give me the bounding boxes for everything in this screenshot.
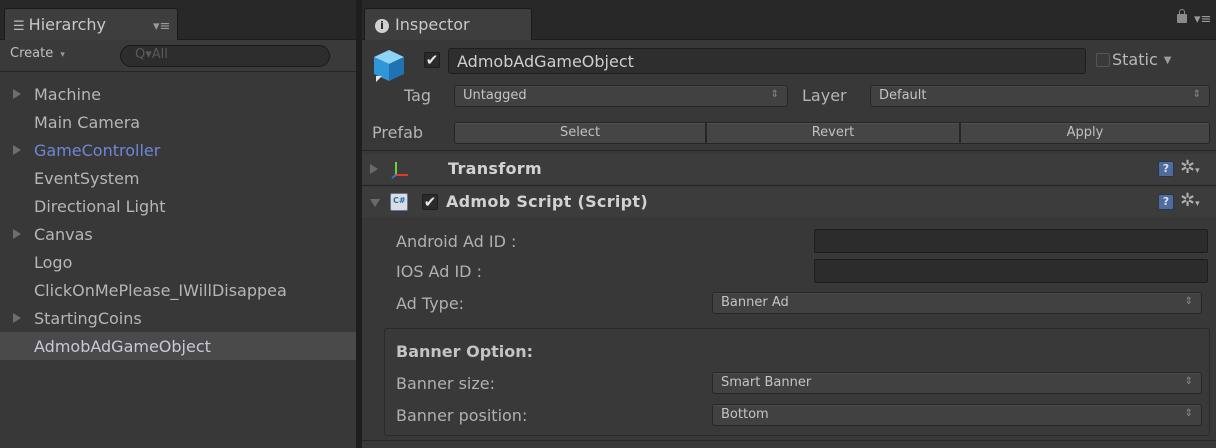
create-button-label: Create <box>10 46 54 61</box>
gear-glyph: ✲ <box>1180 157 1196 178</box>
android-ad-id-field[interactable] <box>814 229 1208 253</box>
transform-component-header[interactable]: Transform ? ✲▾ <box>362 154 1216 184</box>
divider <box>362 440 1216 441</box>
hierarchy-toolbar: Create ▾ Q▾All <box>0 40 356 72</box>
expand-arrow-icon[interactable] <box>13 89 21 99</box>
expand-arrow-icon[interactable] <box>13 229 21 239</box>
banner-size-dropdown[interactable]: Smart Banner ⇕ <box>712 372 1202 394</box>
gear-icon[interactable]: ✲▾ <box>1180 190 1200 211</box>
inspector-tab-label: Inspector <box>395 15 470 34</box>
list-item[interactable]: Directional Light <box>0 192 356 220</box>
list-item[interactable]: Canvas <box>0 220 356 248</box>
list-item[interactable]: Main Camera <box>0 108 356 136</box>
banner-position-dropdown[interactable]: Bottom ⇕ <box>712 404 1202 426</box>
prefab-label: Prefab <box>372 123 424 142</box>
divider <box>362 185 1216 186</box>
transform-title: Transform <box>448 159 542 178</box>
static-checkbox[interactable] <box>1096 53 1110 67</box>
android-ad-id-label: Android Ad ID : <box>396 232 517 251</box>
expand-arrow-icon[interactable] <box>13 145 21 155</box>
hierarchy-panel: ☰ Hierarchy ▾≡ Create ▾ Q▾All Machine Mai… <box>0 0 356 448</box>
tag-label: Tag <box>404 86 432 105</box>
banner-option-header: Banner Option: <box>396 342 534 361</box>
active-checkbox[interactable]: ✔ <box>424 52 440 68</box>
admob-script-title: Admob Script (Script) <box>446 192 648 211</box>
list-item-label: Directional Light <box>34 197 166 216</box>
gear-icon[interactable]: ✲▾ <box>1180 157 1200 178</box>
chevron-down-icon: ▾ <box>60 50 65 60</box>
help-icon[interactable]: ? <box>1158 161 1174 177</box>
hierarchy-search-input[interactable]: Q▾All <box>120 45 330 67</box>
inspector-tabbar: i Inspector ▾≡ <box>362 0 1216 40</box>
prefab-revert-button[interactable]: Revert <box>706 122 960 144</box>
hierarchy-tabbar: ☰ Hierarchy ▾≡ <box>0 0 356 40</box>
expand-arrow-icon[interactable] <box>13 313 21 323</box>
list-item-label: ClickOnMePlease_IWillDisappea <box>34 281 287 300</box>
list-item-label: Machine <box>34 85 101 104</box>
tab-hierarchy[interactable]: ☰ Hierarchy ▾≡ <box>4 8 178 40</box>
list-item[interactable]: GameController <box>0 136 356 164</box>
expanded-arrow-icon[interactable] <box>370 199 380 207</box>
search-placeholder: Q▾All <box>135 47 168 62</box>
list-item-label: Canvas <box>34 225 93 244</box>
help-icon[interactable]: ? <box>1158 194 1174 210</box>
admob-script-component-header[interactable]: ✔ Admob Script (Script) ? ✲▾ <box>362 187 1216 217</box>
banner-position-value: Bottom <box>721 407 769 422</box>
list-item[interactable]: Machine <box>0 80 356 108</box>
list-item-label: EventSystem <box>34 169 140 188</box>
dropdown-arrow-icon: ⇕ <box>1184 296 1193 307</box>
layer-dropdown[interactable]: Default ⇕ <box>870 85 1210 107</box>
ios-ad-id-label: IOS Ad ID : <box>396 262 482 281</box>
banner-size-value: Smart Banner <box>721 375 812 390</box>
prefab-apply-button[interactable]: Apply <box>960 122 1210 144</box>
transform-axis-icon <box>391 162 408 179</box>
lock-icon[interactable] <box>1177 9 1187 23</box>
banner-size-label: Banner size: <box>396 374 495 393</box>
info-icon: i <box>375 19 389 33</box>
list-item[interactable]: Logo <box>0 248 356 276</box>
list-item-label: AdmobAdGameObject <box>34 337 211 356</box>
list-item[interactable]: EventSystem <box>0 164 356 192</box>
prefab-select-button[interactable]: Select <box>454 122 706 144</box>
static-label: Static <box>1112 50 1158 69</box>
hierarchy-list: Machine Main Camera GameController Event… <box>0 80 356 360</box>
collapsed-arrow-icon[interactable] <box>370 164 378 174</box>
hierarchy-tab-label: Hierarchy <box>28 15 106 34</box>
script-enabled-checkbox[interactable]: ✔ <box>422 194 438 210</box>
list-item-label: Logo <box>34 253 73 272</box>
static-dropdown[interactable]: Static ▼ <box>1112 50 1171 69</box>
hierarchy-list-icon: ☰ <box>13 19 25 34</box>
chevron-down-icon: ▼ <box>1163 55 1172 66</box>
divider <box>362 150 1216 151</box>
layer-dropdown-value: Default <box>879 88 927 103</box>
tag-dropdown[interactable]: Untagged ⇕ <box>454 85 788 107</box>
tab-inspector[interactable]: i Inspector <box>364 8 532 40</box>
dropdown-arrow-icon: ⇕ <box>1184 408 1193 419</box>
ad-type-value: Banner Ad <box>721 295 789 310</box>
gameobject-name-field[interactable]: AdmobAdGameObject <box>448 48 1086 74</box>
list-item-label: StartingCoins <box>34 309 142 328</box>
create-button[interactable]: Create ▾ <box>10 46 65 61</box>
gear-glyph: ✲ <box>1180 190 1196 211</box>
list-item[interactable]: ClickOnMePlease_IWillDisappea <box>0 276 356 304</box>
banner-position-label: Banner position: <box>396 406 528 425</box>
ad-type-label: Ad Type: <box>396 294 465 313</box>
dropdown-arrow-icon: ⇕ <box>1184 376 1193 387</box>
inspector-panel: i Inspector ▾≡ ✔ AdmobAdGameObject Static… <box>362 0 1216 448</box>
list-item-label: Main Camera <box>34 113 141 132</box>
dropdown-arrow-icon: ⇕ <box>1192 89 1201 100</box>
list-item-label: GameController <box>34 141 161 160</box>
layer-label: Layer <box>802 86 847 105</box>
tag-dropdown-value: Untagged <box>463 88 527 103</box>
list-item[interactable]: StartingCoins <box>0 304 356 332</box>
list-item-selected[interactable]: AdmobAdGameObject <box>0 332 356 360</box>
gameobject-cube-icon <box>374 50 404 82</box>
dropdown-arrow-icon: ⇕ <box>770 89 779 100</box>
ios-ad-id-field[interactable] <box>814 259 1208 283</box>
csharp-script-icon <box>390 193 408 211</box>
ad-type-dropdown[interactable]: Banner Ad ⇕ <box>712 292 1202 314</box>
hierarchy-menu-icon[interactable]: ▾≡ <box>153 19 170 34</box>
inspector-menu-icon[interactable]: ▾≡ <box>1194 12 1211 27</box>
